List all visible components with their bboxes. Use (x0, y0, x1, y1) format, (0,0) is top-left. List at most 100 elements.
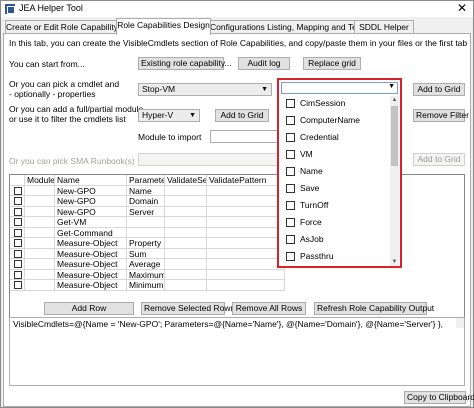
grid-cell[interactable] (25, 280, 55, 291)
close-icon[interactable]: ✕ (455, 2, 469, 16)
resize-grip-icon[interactable]: ⋰ (464, 397, 471, 405)
parameter-option[interactable]: Force (281, 215, 389, 232)
existing-role-capability-button[interactable]: Existing role capability... (138, 57, 232, 70)
grid-cell-parameter[interactable]: Average (127, 259, 165, 270)
grid-cell[interactable] (25, 238, 55, 249)
grid-cell[interactable] (207, 280, 285, 291)
refresh-output-button[interactable]: Refresh Role Capability Output (314, 302, 434, 315)
grid-cell[interactable] (25, 185, 55, 196)
parameter-option[interactable]: CimSession (281, 96, 389, 113)
grid-cell-select[interactable] (10, 206, 25, 217)
grid-cell-parameter[interactable]: Sum (127, 248, 165, 259)
grid-cell[interactable] (207, 206, 285, 217)
row-checkbox[interactable] (14, 218, 22, 226)
tab-create-edit[interactable]: Create or Edit Role Capability (5, 20, 118, 34)
scroll-up-icon[interactable]: ▲ (390, 96, 399, 104)
grid-cell-name[interactable]: New-GPO (55, 196, 127, 207)
parameter-checkbox[interactable] (286, 184, 295, 193)
grid-cell-name[interactable]: Get-Command (55, 227, 127, 238)
parameter-checkbox[interactable] (286, 150, 295, 159)
grid-cell[interactable] (165, 185, 207, 196)
add-module-to-grid-button[interactable]: Add to Grid (215, 109, 269, 122)
grid-cell[interactable] (25, 248, 55, 259)
output-vertical-scrollbar[interactable] (456, 318, 464, 329)
parameter-option[interactable]: VM (281, 147, 389, 164)
row-checkbox[interactable] (14, 281, 22, 289)
parameter-option[interactable]: Name (281, 164, 389, 181)
grid-cell-parameter[interactable]: Name (127, 185, 165, 196)
remove-selected-rows-button[interactable]: Remove Selected Row(s) (141, 302, 240, 315)
grid-cell[interactable] (25, 227, 55, 238)
parameter-checkbox[interactable] (286, 252, 295, 261)
grid-cell-select[interactable] (10, 259, 25, 270)
runbook-input[interactable] (138, 153, 278, 166)
parameter-checkbox[interactable] (286, 99, 295, 108)
grid-cell[interactable] (165, 280, 207, 291)
parameter-option[interactable]: TurnOff (281, 198, 389, 215)
parameter-checkbox[interactable] (286, 201, 295, 210)
parameter-dropdown-header[interactable]: ▼ (281, 82, 398, 94)
scroll-down-icon[interactable]: ▼ (390, 258, 399, 266)
grid-cell-parameter[interactable]: Minimum (127, 280, 165, 291)
grid-cell[interactable] (165, 259, 207, 270)
grid-cell-parameter[interactable]: Domain (127, 196, 165, 207)
grid-header-parameter[interactable]: Parameter (127, 175, 165, 186)
parameter-checkbox[interactable] (286, 235, 295, 244)
grid-cell[interactable] (207, 269, 285, 280)
grid-cell-name[interactable]: Measure-Object (55, 248, 127, 259)
grid-cell-select[interactable] (10, 227, 25, 238)
parameter-option[interactable]: Credential (281, 130, 389, 147)
cmdlet-select[interactable]: Stop-VM ▼ (138, 83, 272, 96)
remove-filter-button[interactable]: Remove Filter (413, 109, 469, 122)
row-checkbox[interactable] (14, 207, 22, 216)
grid-cell-select[interactable] (10, 269, 25, 280)
grid-cell-parameter[interactable]: Maximum (127, 269, 165, 280)
grid-cell-name[interactable]: Measure-Object (55, 259, 127, 270)
grid-cell[interactable] (165, 238, 207, 249)
parameter-checkbox[interactable] (286, 116, 295, 125)
add-runbook-to-grid-button[interactable]: Add to Grid (413, 153, 465, 166)
tab-sddl-helper[interactable]: SDDL Helper (354, 20, 414, 34)
parameter-dropdown[interactable]: ▼ CimSession ComputerName Credential VM Name… (277, 78, 402, 268)
grid-cell-name[interactable]: Measure-Object (55, 269, 127, 280)
grid-header-module[interactable]: Module (25, 175, 55, 186)
parameter-list-scrollbar[interactable]: ▲ ▼ (390, 96, 399, 266)
grid-header-validatepattern[interactable]: ValidatePattern (207, 175, 285, 186)
row-checkbox[interactable] (14, 197, 22, 205)
grid-cell-select[interactable] (10, 248, 25, 259)
remove-all-rows-button[interactable]: Remove All Rows (232, 302, 306, 315)
grid-cell[interactable] (25, 206, 55, 217)
grid-cell[interactable] (207, 259, 285, 270)
grid-cell-parameter[interactable] (127, 217, 165, 228)
grid-header-validateset[interactable]: ValidateSet (165, 175, 207, 186)
grid-cell[interactable] (207, 227, 285, 238)
grid-cell-name[interactable]: Measure-Object (55, 280, 127, 291)
grid-cell[interactable] (25, 259, 55, 270)
grid-cell-name[interactable]: New-GPO (55, 185, 127, 196)
grid-cell-parameter[interactable] (127, 227, 165, 238)
scrollbar-thumb[interactable] (391, 106, 398, 166)
parameter-option[interactable]: ComputerName (281, 113, 389, 130)
grid-cell-name[interactable]: Get-VM (55, 217, 127, 228)
grid-header-name[interactable]: Name (55, 175, 127, 186)
grid-cell[interactable] (207, 196, 285, 207)
grid-cell[interactable] (207, 185, 285, 196)
grid-cell[interactable] (165, 248, 207, 259)
grid-cell[interactable] (165, 206, 207, 217)
grid-cell-parameter[interactable]: Property (127, 238, 165, 249)
add-cmdlet-to-grid-button[interactable]: Add to Grid (413, 83, 465, 96)
module-import-input[interactable] (210, 130, 278, 143)
grid-cell[interactable] (165, 196, 207, 207)
grid-cell[interactable] (25, 196, 55, 207)
parameter-checkbox[interactable] (286, 133, 295, 142)
add-row-button[interactable]: Add Row (44, 302, 134, 315)
parameter-checkbox[interactable] (286, 218, 295, 227)
row-checkbox[interactable] (14, 270, 22, 279)
row-checkbox[interactable] (14, 228, 22, 237)
grid-cell-parameter[interactable]: Server (127, 206, 165, 217)
table-row[interactable]: Measure-Object Minimum (10, 280, 464, 291)
row-checkbox[interactable] (14, 239, 22, 247)
copy-to-clipboard-button[interactable]: Copy to Clipboard (404, 391, 474, 404)
table-row[interactable]: Measure-Object Maximum (10, 269, 464, 280)
parameter-option[interactable]: Save (281, 181, 389, 198)
